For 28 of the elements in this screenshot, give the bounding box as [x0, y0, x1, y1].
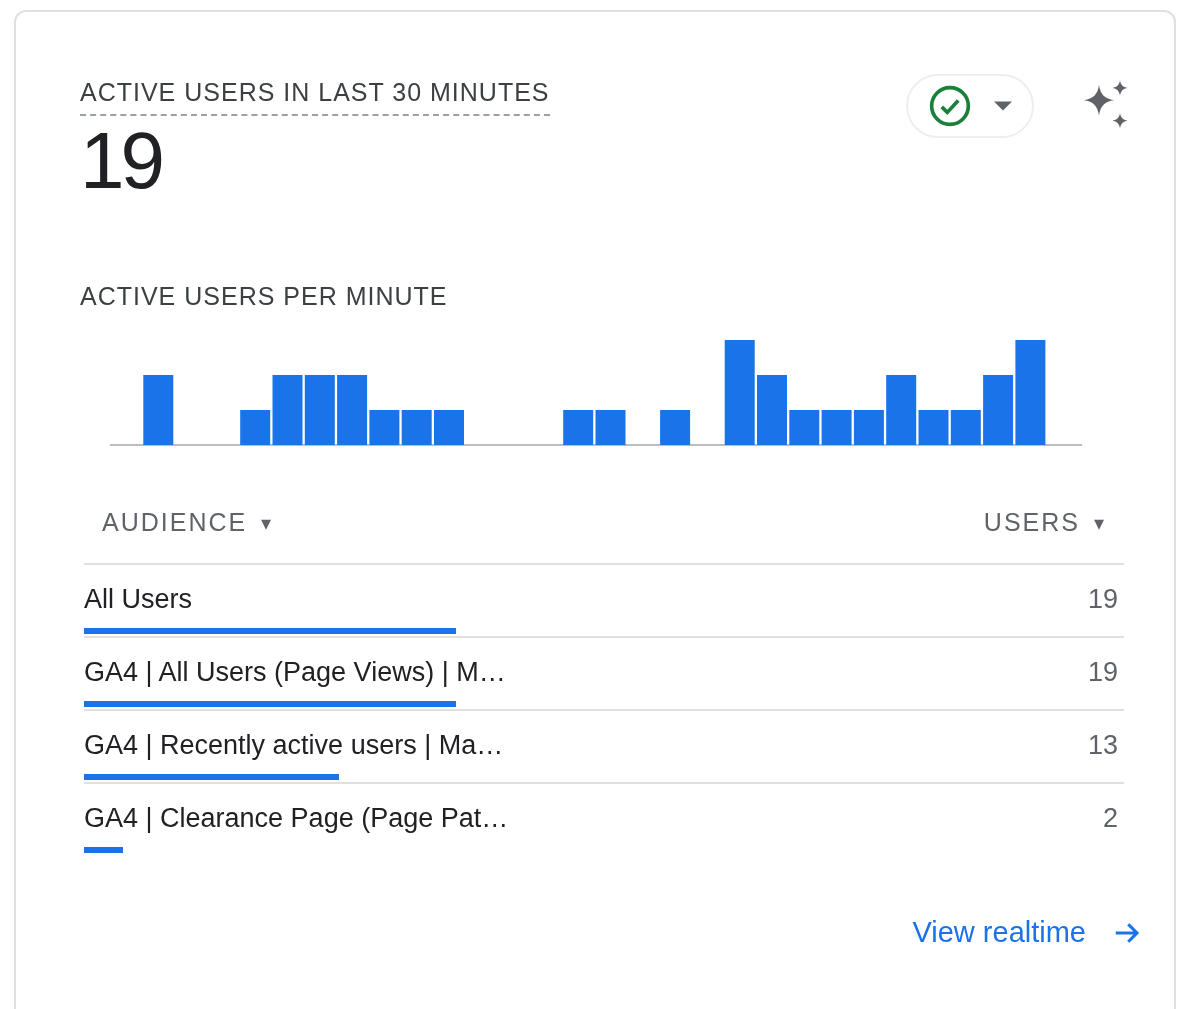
card-title: ACTIVE USERS IN LAST 30 MINUTES [80, 74, 550, 116]
bar [660, 410, 691, 445]
user-count: 19 [1087, 583, 1118, 616]
column-header[interactable]: USERS ▾ [983, 504, 1106, 542]
bar [821, 410, 852, 445]
audience-name: GA4 | Clearance Page (Page Pat… [84, 802, 509, 835]
audience-name: All Users [84, 583, 192, 616]
bar [563, 410, 594, 445]
active-users-count: 19 [80, 115, 163, 206]
bar [757, 375, 787, 445]
user-count: 13 [1087, 729, 1118, 762]
audience-name: GA4 | All Users (Page Views) | M… [84, 656, 506, 689]
audience-name: GA4 | Recently active users | Ma… [84, 729, 504, 762]
bar [304, 375, 335, 445]
bar [853, 410, 884, 445]
bar [789, 410, 820, 445]
user-count: 19 [1087, 656, 1118, 689]
bar [950, 410, 981, 445]
check-circle-icon [928, 84, 972, 128]
column-header[interactable]: AUDIENCE ▾ [102, 504, 274, 542]
view-realtime-link[interactable]: View realtime [912, 911, 1142, 955]
bar [143, 375, 174, 445]
user-count: 2 [1102, 802, 1118, 835]
bar [595, 410, 626, 445]
bar [434, 410, 464, 445]
chart-title: ACTIVE USERS PER MINUTE [80, 280, 449, 312]
caret-icon [994, 101, 1012, 111]
bar [401, 410, 432, 445]
